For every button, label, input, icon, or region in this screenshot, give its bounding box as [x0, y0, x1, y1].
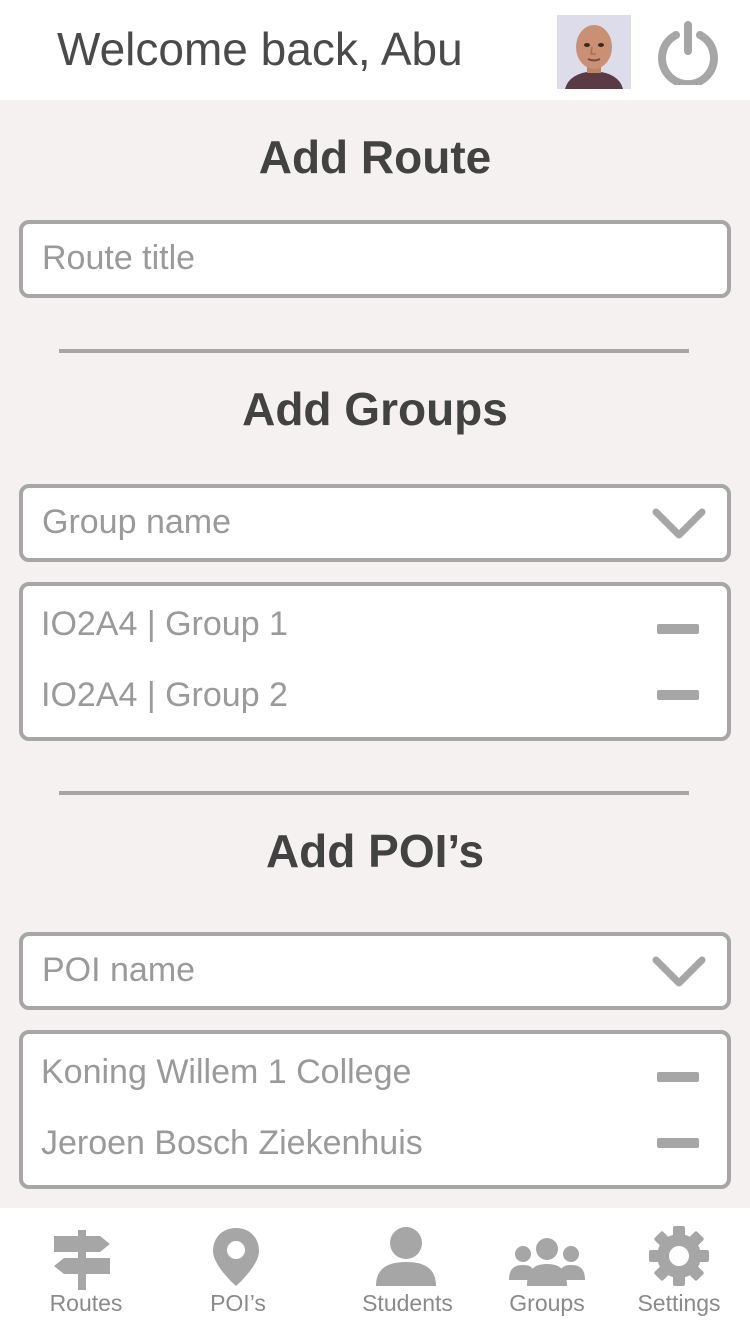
add-pois-title: Add POI’s [265, 825, 485, 877]
map-pin-icon [213, 1228, 259, 1286]
remove-group-button[interactable] [657, 690, 699, 700]
header: Welcome back, Abu [0, 0, 750, 100]
tab-label: Routes [49, 1290, 123, 1316]
poi-name-placeholder: POI name [42, 951, 196, 989]
tab-label: Settings [637, 1290, 721, 1316]
tab-label: Students [362, 1290, 453, 1316]
gear-icon [649, 1226, 709, 1286]
tab-routes[interactable]: Routes [36, 1208, 136, 1334]
group-list-item: IO2A4 | Group 1 [41, 605, 288, 643]
poi-list: Koning Willem 1 College Jeroen Bosch Zie… [19, 1030, 731, 1189]
tab-students[interactable]: Students [350, 1208, 465, 1334]
poi-list-item: Koning Willem 1 College [41, 1053, 412, 1091]
divider [59, 349, 689, 353]
divider [59, 791, 689, 795]
welcome-text: Welcome back, Abu [57, 23, 463, 75]
poi-list-item: Jeroen Bosch Ziekenhuis [41, 1124, 423, 1162]
remove-poi-button[interactable] [657, 1138, 699, 1148]
group-name-select[interactable]: Group name [19, 484, 731, 562]
remove-poi-button[interactable] [657, 1072, 699, 1082]
group-name-placeholder: Group name [42, 503, 231, 541]
tab-pois[interactable]: POI’s [188, 1208, 288, 1334]
avatar-image [557, 15, 631, 89]
add-groups-title: Add Groups [242, 383, 508, 435]
remove-group-button[interactable] [657, 624, 699, 634]
chevron-down-icon [652, 956, 706, 987]
group-list: IO2A4 | Group 1 IO2A4 | Group 2 [19, 582, 731, 741]
route-title-placeholder: Route title [42, 239, 196, 277]
tab-label: Groups [509, 1290, 585, 1316]
group-list-item: IO2A4 | Group 2 [41, 676, 288, 714]
signpost-icon [54, 1230, 110, 1290]
avatar[interactable] [557, 15, 631, 89]
add-route-title: Add Route [258, 131, 492, 183]
route-title-input[interactable]: Route title [19, 220, 731, 298]
chevron-down-icon [652, 508, 706, 539]
group-icon [509, 1238, 585, 1286]
person-icon [376, 1227, 436, 1286]
tab-bar: Routes POI’s Students Groups Settings [0, 1208, 750, 1334]
poi-name-select[interactable]: POI name [19, 932, 731, 1010]
tab-groups[interactable]: Groups [497, 1208, 597, 1334]
tab-settings[interactable]: Settings [626, 1208, 732, 1334]
power-icon[interactable] [656, 21, 720, 88]
tab-label: POI’s [210, 1290, 266, 1316]
